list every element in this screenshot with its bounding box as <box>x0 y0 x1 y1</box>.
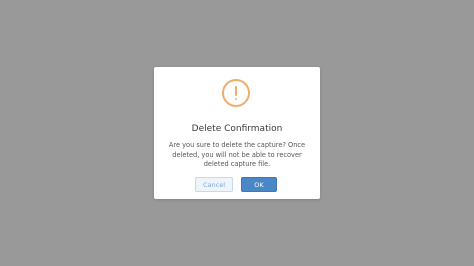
dialog-message: Are you sure to delete the capture? Once… <box>168 141 306 168</box>
exclamation-bar <box>235 86 237 96</box>
cancel-button[interactable]: Cancel <box>195 177 233 192</box>
ok-button[interactable]: OK <box>241 177 277 192</box>
delete-confirmation-dialog: Delete Confirmation Are you sure to dele… <box>154 67 320 199</box>
exclamation-dot <box>235 98 237 100</box>
dialog-title: Delete Confirmation <box>191 124 283 134</box>
warning-exclamation-icon <box>222 79 250 107</box>
